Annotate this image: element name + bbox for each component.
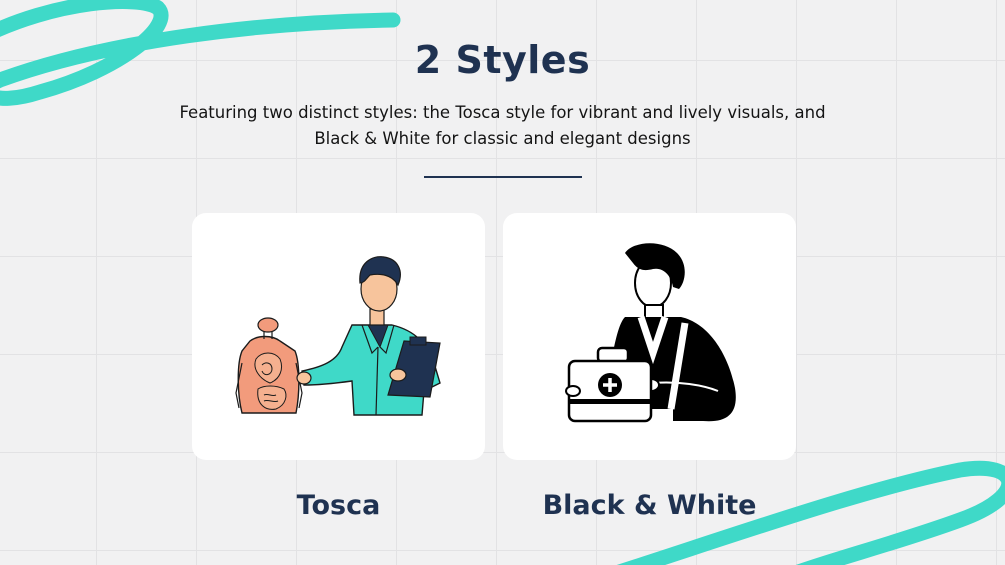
- anatomy-model-icon: [235, 317, 303, 414]
- title-divider: [424, 176, 582, 178]
- black-white-style-label: Black & White: [542, 490, 757, 521]
- doctor-illustration-icon: [235, 256, 441, 416]
- doctor-figure-icon: [296, 256, 441, 416]
- black-white-style-card[interactable]: [503, 213, 796, 460]
- tosca-style-card[interactable]: [192, 213, 485, 460]
- page-description: Featuring two distinct styles: the Tosca…: [179, 103, 826, 148]
- page-title: 2 Styles: [414, 38, 591, 82]
- medic-illustration-icon: [565, 243, 736, 423]
- tosca-style-label: Tosca: [296, 490, 381, 521]
